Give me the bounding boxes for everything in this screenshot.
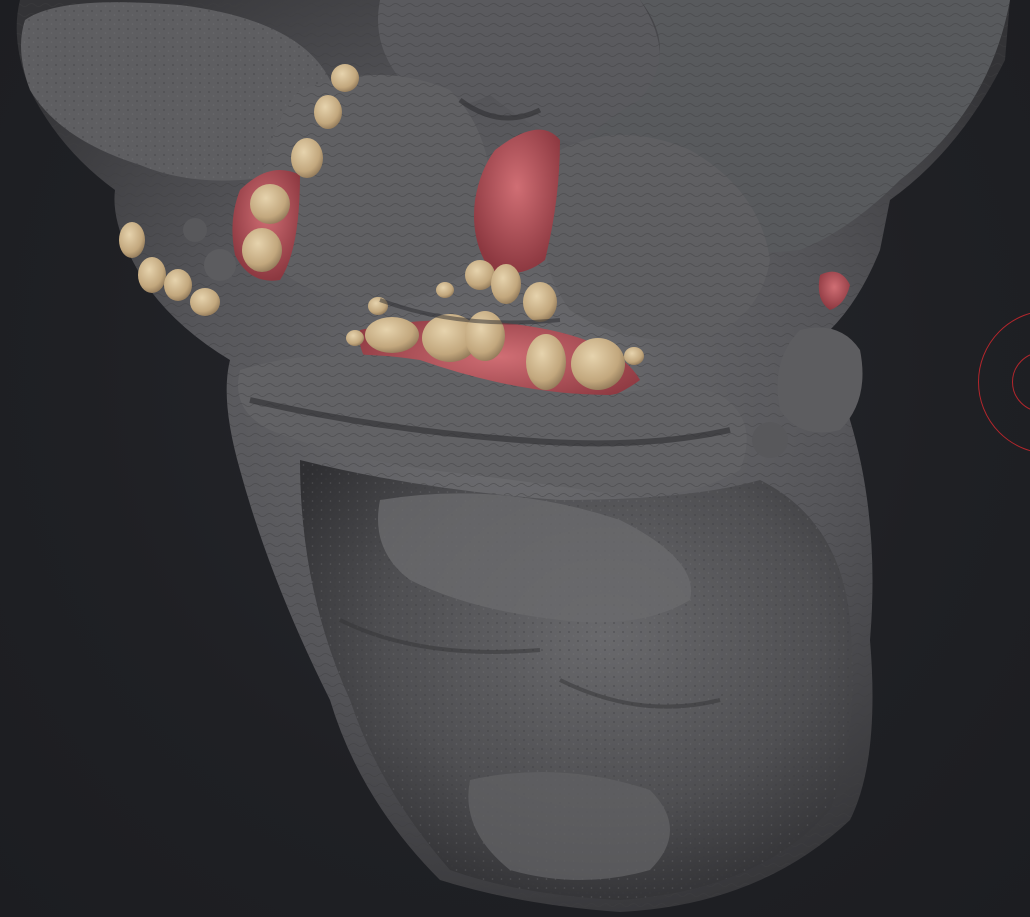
sculpt-viewport[interactable] — [0, 0, 1030, 917]
sculpted-head-model[interactable] — [0, 0, 1030, 917]
right-lumps — [777, 327, 863, 433]
